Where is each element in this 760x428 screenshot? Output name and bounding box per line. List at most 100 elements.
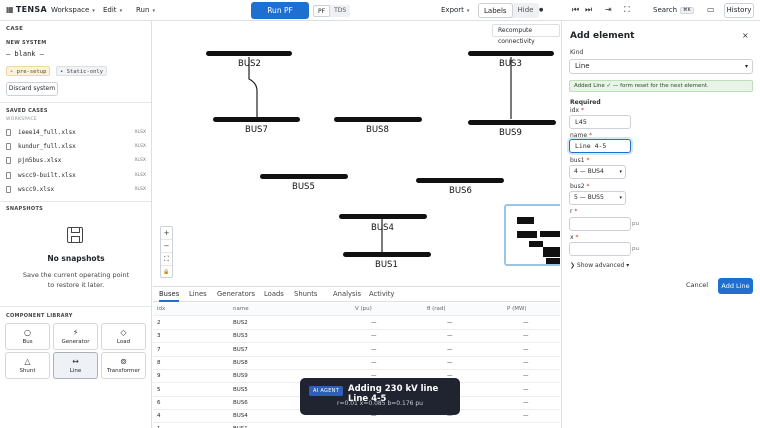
table-cell: — [447, 359, 453, 366]
close-icon[interactable]: × [742, 31, 749, 40]
collapse-icon[interactable]: ⇥ [605, 5, 612, 14]
menu-workspace[interactable]: Workspace ▾ [51, 6, 95, 14]
table-cell: — [523, 359, 529, 366]
diagram-canvas[interactable]: BUS2 BUS3 BUS7 BUS8 BUS9 BUS5 BUS6 BUS4 … [153, 21, 560, 286]
library-transformer-button[interactable]: ⊚ Transformer [101, 352, 146, 379]
table-cell: — [523, 413, 529, 420]
menu-edit[interactable]: Edit ▾ [103, 6, 122, 14]
tab-lines[interactable]: Lines [189, 290, 207, 298]
search-button[interactable]: Search ⌘K [653, 6, 694, 14]
line-icon: ↔ [72, 357, 79, 366]
tab-activity[interactable]: Activity [369, 290, 394, 298]
ai-agent-badge: AI AGENT [309, 386, 344, 396]
table-cell: 9 [157, 373, 161, 380]
idx-field[interactable]: L45 [569, 115, 631, 129]
tab-loads[interactable]: Loads [264, 290, 284, 298]
library-shunt-button[interactable]: △ Shunt [5, 352, 50, 379]
table-row[interactable]: 1BUS1——— [153, 423, 560, 428]
recompute-connectivity-button[interactable]: Recompute connectivity [492, 24, 560, 45]
bus-label: BUS9 [499, 128, 522, 138]
bus2-label: bus2 * [570, 183, 590, 190]
menu-run[interactable]: Run ▾ [136, 6, 155, 14]
add-line-button[interactable]: Add Line [718, 278, 753, 294]
labels-button[interactable]: Labels [478, 3, 513, 18]
bus-bar-bus1[interactable] [343, 252, 431, 257]
x-field[interactable] [569, 242, 631, 256]
tab-analysis[interactable]: Analysis [333, 290, 361, 298]
panel-icon[interactable]: ▭ [707, 5, 715, 14]
minimap[interactable] [504, 204, 560, 266]
file-item[interactable]: ieee14_full.xlsx XLSX [6, 128, 146, 140]
table-cell: BUS4 [233, 413, 248, 420]
export-menu[interactable]: Export ▾ [441, 6, 469, 14]
transformer-icon: ⊚ [120, 357, 127, 366]
table-cell: — [447, 333, 453, 340]
table-row[interactable]: 8 BUS8 — — — [153, 357, 560, 370]
table-cell: BUS9 [233, 373, 248, 380]
table-cell: — [523, 346, 529, 353]
file-item[interactable]: kundur_full.xlsx XLSX [6, 142, 146, 154]
discard-system-button[interactable]: Discard system [6, 82, 58, 96]
table-cell: 4 [157, 413, 161, 420]
table-cell: BUS6 [233, 399, 248, 406]
table-header: idx name V (pu) θ (rad) P (MW) [153, 303, 560, 316]
step-forward-icon[interactable]: ⏭ [585, 5, 592, 15]
library-load-button[interactable]: ◇ Load [101, 323, 146, 350]
library-line-button[interactable]: ↔ Line [53, 352, 98, 379]
zoom-out-icon[interactable]: − [161, 240, 172, 253]
bus-bar-bus8[interactable] [334, 117, 422, 122]
kind-select[interactable]: Line ▾ [569, 59, 753, 74]
zoom-in-icon[interactable]: + [161, 227, 172, 240]
library-generator-button[interactable]: ⚡ Generator [53, 323, 98, 350]
r-field[interactable] [569, 217, 631, 231]
file-item[interactable]: pjm5bus.xlsx XLSX [6, 156, 146, 168]
hide-button[interactable]: Hide [513, 3, 539, 18]
name-field[interactable]: Line 4-5 [569, 139, 631, 153]
fullscreen-icon[interactable]: ⛶ [624, 5, 630, 15]
history-button[interactable]: History [724, 3, 754, 18]
new-system-title: NEW SYSTEM [6, 40, 47, 46]
table-cell: 7 [157, 346, 161, 353]
file-icon [6, 129, 11, 136]
results-tabs: Buses Lines Generators Loads Shunts Anal… [153, 287, 560, 302]
bus-bar-bus4[interactable] [339, 214, 427, 219]
bus-label: BUS2 [238, 59, 261, 69]
case-section-title: CASE [6, 26, 24, 32]
bus-bar-bus9[interactable] [468, 120, 556, 125]
table-cell: — [523, 386, 529, 393]
step-back-icon[interactable]: ⏮ [572, 5, 579, 15]
status-dot-icon[interactable]: ● [539, 7, 543, 13]
cancel-button[interactable]: Cancel [686, 281, 708, 289]
pre-setup-badge: ∘ pre-setup [6, 66, 51, 76]
bus-bar-bus7[interactable] [213, 117, 300, 122]
minimap-node [517, 231, 537, 238]
tab-generators[interactable]: Generators [217, 290, 255, 298]
run-pf-button[interactable]: Run PF [251, 2, 309, 19]
library-bus-button[interactable]: ○ Bus [5, 323, 50, 350]
component-library: ○ Bus ⚡ Generator ◇ Load △ Shunt ↔ Line ⊚ Tran… [5, 323, 148, 379]
table-cell: BUS2 [233, 320, 248, 326]
bus-bar-bus6[interactable] [416, 178, 504, 183]
bus-label: BUS5 [292, 182, 315, 192]
minimap-node [529, 241, 543, 247]
fit-view-icon[interactable]: ⛶ [161, 253, 172, 266]
tab-buses[interactable]: Buses [159, 290, 180, 302]
bus-bar-bus2[interactable] [206, 51, 292, 56]
file-item[interactable]: wscc9.xlsx XLSX [6, 185, 146, 197]
tab-shunts[interactable]: Shunts [294, 290, 317, 298]
file-item[interactable]: wscc9-built.xlsx XLSX [6, 171, 146, 183]
bus1-select[interactable]: 4 — BUS4 ▾ [569, 165, 626, 179]
show-advanced-toggle[interactable]: ❯ Show advanced ▾ [570, 262, 629, 269]
lock-icon[interactable]: 🔒 [161, 266, 172, 279]
table-row[interactable]: 2 BUS2 — — — [153, 317, 560, 330]
table-row[interactable]: 3 BUS3 — — — [153, 330, 560, 344]
table-row[interactable]: 7 BUS7 — — — [153, 344, 560, 357]
bus-bar-bus5[interactable] [260, 174, 348, 179]
r-unit: pu [632, 221, 639, 227]
bus-bar-bus3[interactable] [468, 51, 554, 56]
mode-tds-button[interactable]: TDS [330, 5, 350, 17]
mode-pf-button[interactable]: PF [313, 5, 331, 17]
bus2-select[interactable]: 5 — BUS5 ▾ [569, 191, 626, 205]
table-cell: — [447, 320, 453, 326]
file-icon [6, 143, 11, 150]
